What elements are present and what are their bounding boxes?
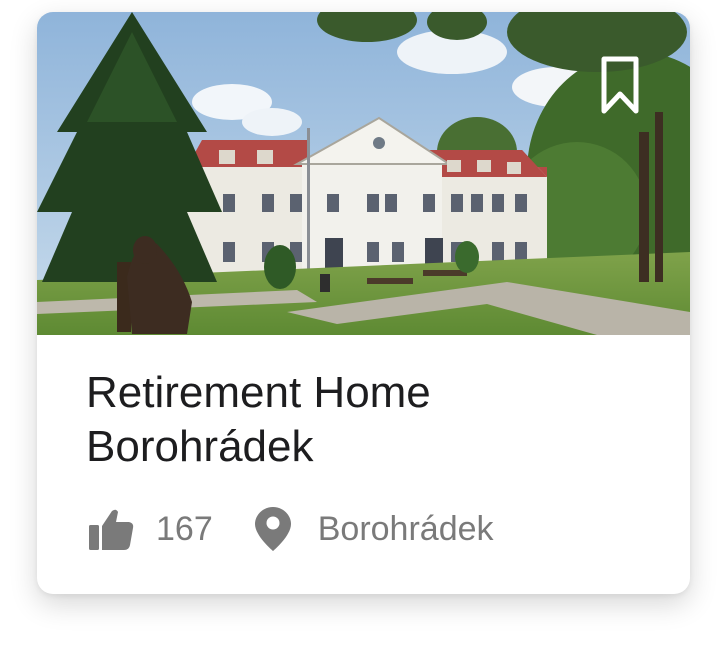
thumbs-up-icon[interactable] [89, 508, 134, 550]
place-photo [37, 12, 690, 335]
place-meta: 167 Borohrádek [89, 506, 494, 552]
bookmark-icon[interactable] [600, 56, 640, 116]
place-card[interactable]: Retirement Home Borohrádek 167 Borohráde… [37, 12, 690, 594]
place-title[interactable]: Retirement Home Borohrádek [86, 366, 646, 474]
map-pin-icon [254, 507, 291, 551]
likes-count: 167 [156, 510, 213, 548]
location-label: Borohrádek [317, 510, 494, 548]
